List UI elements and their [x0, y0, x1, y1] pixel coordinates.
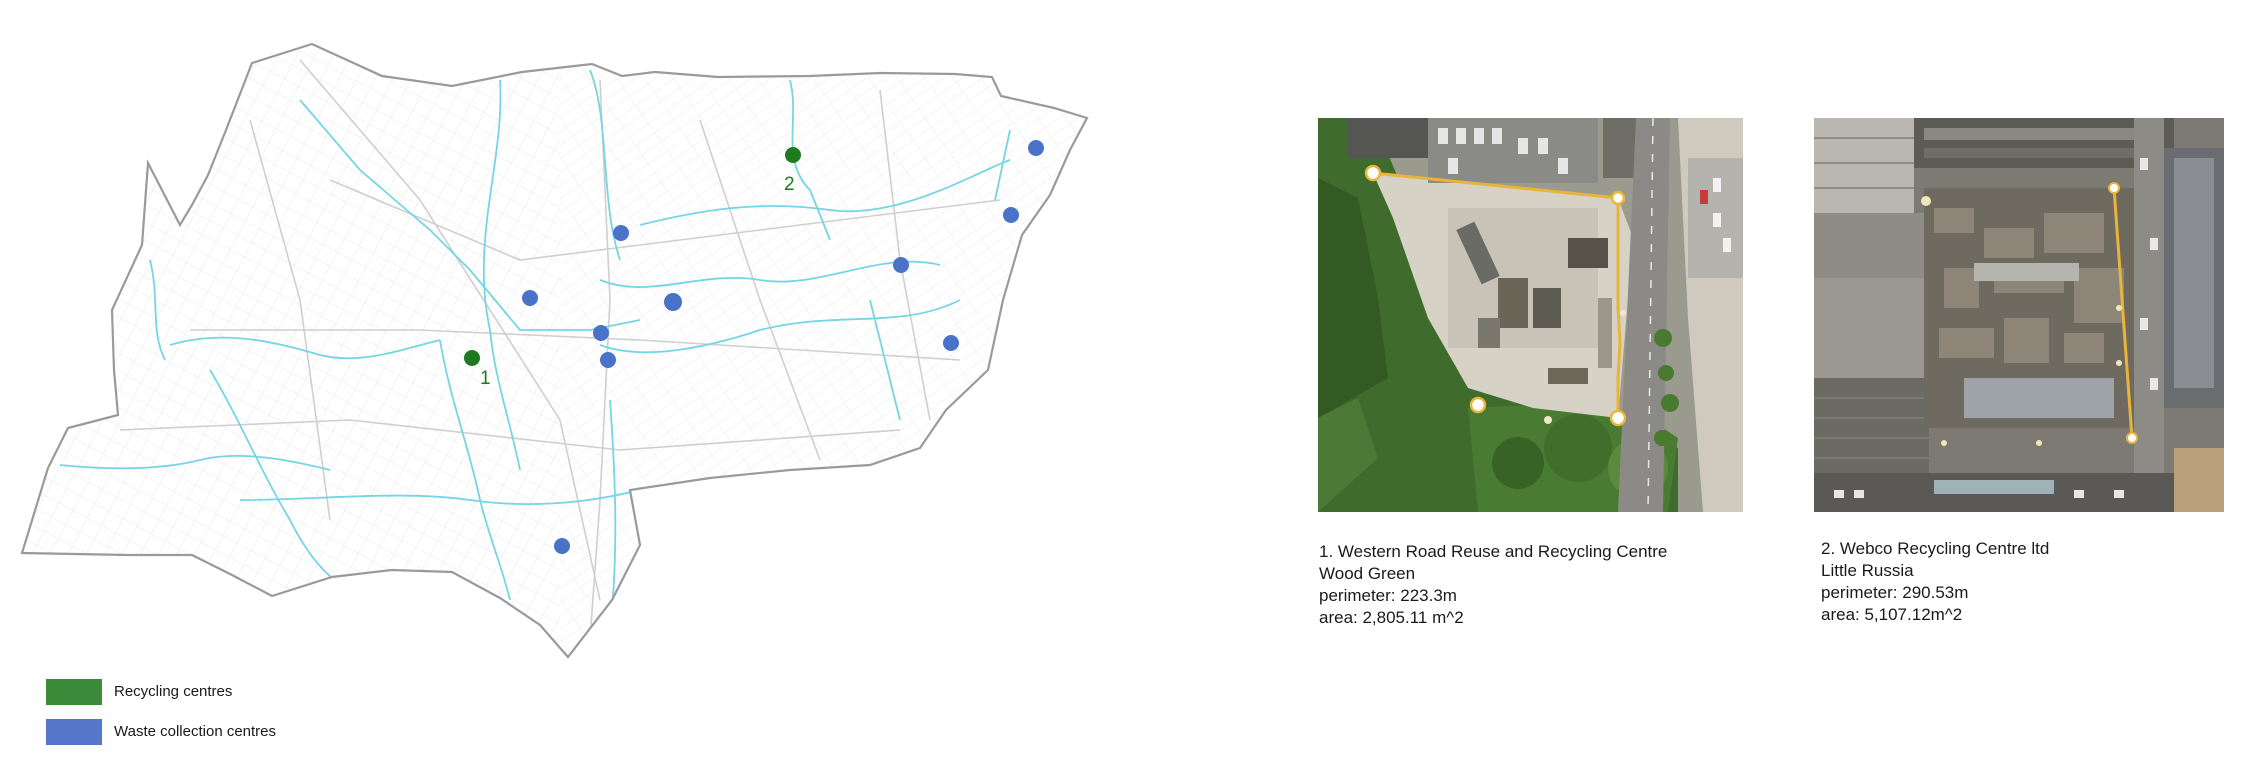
site-location: Wood Green: [1319, 564, 1416, 583]
site-perimeter: perimeter: 290.53m: [1821, 583, 1969, 602]
waste-collection-marker[interactable]: [893, 257, 909, 273]
aerial-image-1: [1318, 118, 1743, 512]
waste-collection-marker[interactable]: [593, 325, 609, 341]
recycling-marker-2[interactable]: [785, 147, 801, 163]
aerial-photo-site-2: [1814, 118, 2224, 512]
waste-collection-marker[interactable]: [522, 290, 538, 306]
aerial-image-2: [1814, 118, 2224, 512]
site-info-2: 2. Webco Recycling Centre ltd Little Rus…: [1821, 538, 2049, 626]
site-title: 1. Western Road Reuse and Recycling Cent…: [1319, 542, 1668, 561]
recycling-marker-1[interactable]: [464, 350, 480, 366]
waste-collection-marker[interactable]: [943, 335, 959, 351]
recycling-marker-label-2: 2: [784, 174, 795, 195]
waste-collection-marker[interactable]: [1003, 207, 1019, 223]
legend-swatch-recycling: [46, 679, 102, 705]
legend-label-recycling: Recycling centres: [114, 683, 233, 700]
site-title: 2. Webco Recycling Centre ltd: [1821, 539, 2050, 558]
site-area: area: 2,805.11 m^2: [1319, 608, 1464, 627]
legend-label-waste: Waste collection centres: [114, 723, 277, 740]
site-perimeter: perimeter: 223.3m: [1319, 586, 1457, 605]
waste-collection-marker[interactable]: [613, 225, 629, 241]
waste-collection-marker[interactable]: [554, 538, 570, 554]
borough-map: 2 1 Recycling centres Waste collection c…: [0, 0, 1120, 745]
map-canvas: 2 1: [20, 42, 1089, 659]
aerial-photo-site-1: [1318, 118, 1743, 512]
waste-collection-marker[interactable]: [1028, 140, 1044, 156]
recycling-marker-label-1: 1: [480, 368, 491, 389]
waste-collection-marker[interactable]: [600, 352, 616, 368]
site-area: area: 5,107.12m^2: [1821, 605, 1963, 624]
site-info-1: 1. Western Road Reuse and Recycling Cent…: [1319, 541, 1667, 629]
waste-collection-marker[interactable]: [664, 293, 682, 311]
site-location: Little Russia: [1821, 561, 1914, 580]
legend-swatch-waste: [46, 719, 102, 745]
